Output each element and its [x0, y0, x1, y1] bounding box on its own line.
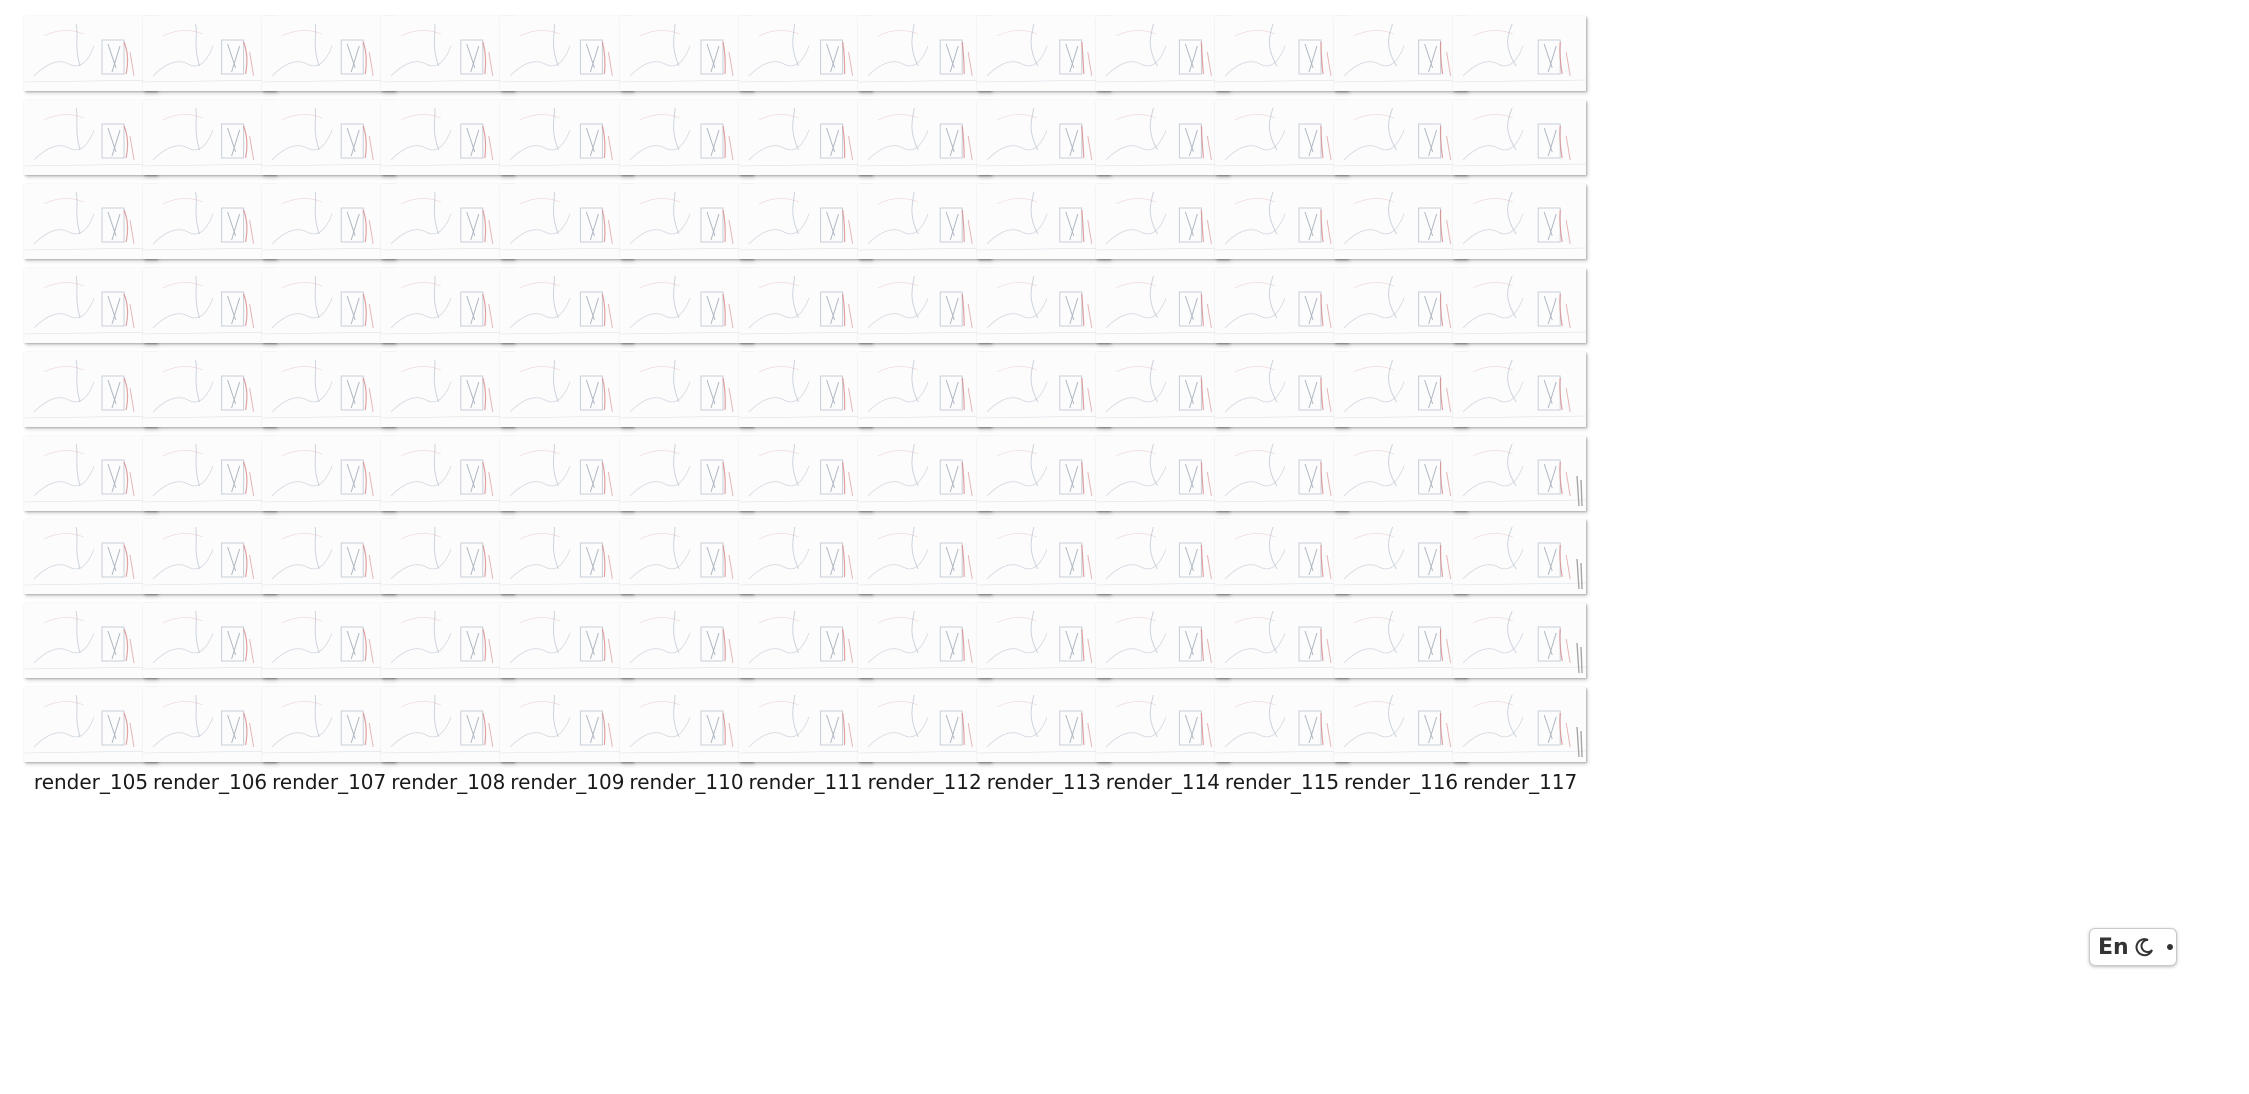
thumbnail-image [1453, 99, 1587, 175]
file-item[interactable]: render_117 [1445, 687, 1595, 802]
thumbnail-image [1453, 687, 1587, 763]
thumbnail-image [1453, 267, 1587, 343]
file-thumbnail[interactable] [1453, 267, 1587, 343]
thumbnail-image [1453, 519, 1587, 595]
file-thumbnail[interactable] [1453, 519, 1587, 595]
thumbnail-image [1453, 435, 1587, 511]
thumbnail-image [1453, 16, 1587, 91]
crescent-moon-icon [2135, 938, 2153, 957]
file-thumbnail[interactable] [1453, 99, 1587, 175]
ime-language-label: En [2098, 934, 2129, 960]
ime-dot-icon [2166, 944, 2173, 950]
file-thumbnail[interactable] [1453, 16, 1587, 91]
file-thumbnail[interactable] [1453, 687, 1587, 763]
thumbnail-image [1453, 183, 1587, 259]
ime-indicator[interactable]: En [2089, 928, 2177, 966]
thumbnail-grid: render_1render_2render_3render_4render_5… [0, 0, 2249, 1094]
thumbnail-image [1453, 603, 1587, 679]
file-thumbnail[interactable] [1453, 183, 1587, 259]
thumbnail-image [1453, 351, 1587, 427]
file-thumbnail[interactable] [1453, 351, 1587, 427]
file-thumbnail[interactable] [1453, 435, 1587, 511]
file-name-label: render_117 [1463, 770, 1578, 795]
file-thumbnail[interactable] [1453, 603, 1587, 679]
